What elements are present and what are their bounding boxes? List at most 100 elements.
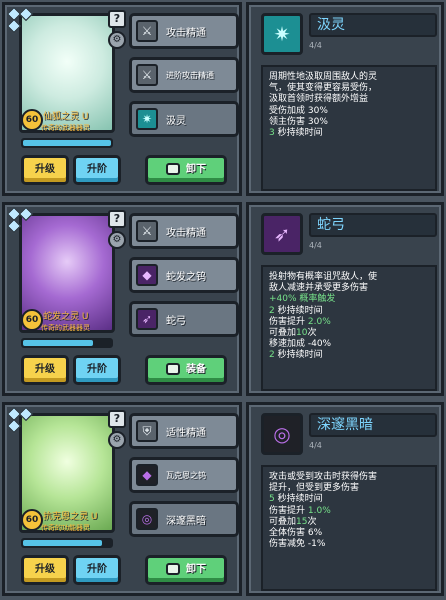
description-line: 伤害提升 1.0%: [269, 506, 429, 517]
description-line: 伤害提升 2.0%: [269, 317, 429, 328]
unequip-button[interactable]: 卸下: [145, 155, 227, 185]
line-text-pre: 移速加成 -40%: [269, 339, 332, 350]
spirit-row: ? ⚙ 60 仙狐之灵 U 传奇的武器器灵 升级 升阶 卸下 ⚔ 攻击精通 ⚔ 进阶攻击精通 ✷ 汲灵 ✷ 汲…: [0, 0, 446, 198]
hand-icon: [166, 363, 180, 375]
line-text-g: 10: [296, 328, 308, 339]
help-icon[interactable]: ?: [108, 210, 126, 228]
advance-button[interactable]: 升阶: [73, 355, 121, 385]
wind-icon: ✷: [136, 108, 158, 130]
description-line: 移速加成 -40%: [269, 339, 429, 350]
wind-icon: ✷: [261, 13, 303, 55]
skill-description: 周期性地汲取周围敌人的灵 气，使其变得更容易受伤， 汲取首领时获得额外增益 受伤加成 …: [261, 65, 437, 191]
unequip-button[interactable]: 卸下: [145, 555, 227, 585]
description-line: 周期性地汲取周围敌人的灵: [269, 72, 429, 83]
skill-slot[interactable]: ➶ 蛇弓: [129, 301, 239, 337]
progress-bar: [21, 538, 113, 548]
line-text-g: 15: [296, 516, 308, 527]
skill-description: 攻击或受到攻击时获得伤害 提升，但受到更多伤害 5 秒持续时间 伤害提升 1.0% 可叠…: [261, 465, 437, 591]
description-line: 气，使其变得更容易受伤，: [269, 83, 429, 94]
description-line: 3 秒持续时间: [269, 128, 429, 139]
description-line: +40% 概率触发: [269, 294, 429, 305]
skill-slot-label: 进阶攻击精通: [166, 71, 214, 80]
line-text-pre: 气，使其变得更容易受伤，: [269, 83, 378, 94]
action-label: 装备: [186, 364, 206, 375]
skill-title: 汲灵: [309, 13, 437, 37]
description-line: 可叠加15次: [269, 517, 429, 528]
line-text-post: 秒持续时间: [274, 494, 323, 505]
skill-slot[interactable]: ◆ 蛇发之钨: [129, 257, 239, 293]
skill-slot[interactable]: ◎ 深邃黑暗: [129, 501, 239, 537]
help-icon[interactable]: ?: [108, 410, 126, 428]
skill-slot-label: 攻击精通: [166, 228, 206, 239]
upgrade-button[interactable]: 升级: [21, 555, 69, 585]
line-text-post: 次: [307, 516, 317, 527]
line-text-post: 秒持续时间: [274, 128, 323, 139]
skill-detail-panel: ✷ 汲灵 4/4 周期性地汲取周围敌人的灵 气，使其变得更容易受伤， 汲取首领时获得额外增…: [246, 2, 444, 196]
vortex-icon: ◎: [136, 508, 158, 530]
spirit-card: ? ⚙ 60 蛇发之灵 U 传奇的武器器灵 升级 升阶 装备 ⚔ 攻击精通 ◆ 蛇发之钨 ➶ 蛇弓: [2, 202, 242, 396]
skill-slot[interactable]: ◆ 瓦克恩之钨: [129, 457, 239, 493]
advance-button[interactable]: 升阶: [73, 155, 121, 185]
skill-count: 4/4: [309, 41, 322, 50]
skill-detail-panel: ◎ 深邃黑暗 4/4 攻击或受到攻击时获得伤害 提升，但受到更多伤害 5 秒持续时间 伤害提…: [246, 402, 444, 596]
upgrade-button[interactable]: 升级: [21, 155, 69, 185]
skill-slot-label: 蛇弓: [166, 316, 186, 327]
description-line: 受伤加成 30%: [269, 106, 429, 117]
line-text-pre: 可叠加: [269, 328, 297, 339]
skill-slot-label: 适性精通: [166, 428, 206, 439]
skill-header: ✷ 汲灵 4/4: [261, 13, 437, 59]
spirit-subtitle: 传奇的功能器灵: [41, 524, 90, 532]
help-icon[interactable]: ?: [108, 10, 126, 28]
skill-slot[interactable]: ⚔ 进阶攻击精通: [129, 57, 239, 93]
level-badge: 60: [21, 509, 43, 531]
description-line: 提升，但受到更多伤害: [269, 483, 429, 494]
line-text-post: 秒持续时间: [274, 305, 323, 316]
progress-bar: [21, 138, 113, 148]
skill-header: ➶ 蛇弓 4/4: [261, 213, 437, 259]
spirit-subtitle: 传奇的武器器灵: [41, 124, 90, 132]
progress-fill: [23, 140, 111, 146]
upgrade-button[interactable]: 升级: [21, 355, 69, 385]
gear-icon[interactable]: ⚙: [108, 31, 126, 49]
line-text-pre: 敌人减速并承受更多伤害: [269, 283, 369, 294]
description-line: 领主伤害 30%: [269, 117, 429, 128]
description-line: 敌人减速并承受更多伤害: [269, 283, 429, 294]
line-text-g: +40% 概率触发: [269, 294, 336, 305]
spirit-name: 抗克恩之灵 U: [43, 512, 98, 522]
skill-slot[interactable]: ✷ 汲灵: [129, 101, 239, 137]
description-line: 伤害减免 -1%: [269, 539, 429, 550]
description-line: 全体伤害 6%: [269, 528, 429, 539]
spirit-name: 蛇发之灵 U: [43, 312, 89, 322]
flame-icon: ◆: [136, 464, 158, 486]
line-text-pre: 周期性地汲取周围敌人的灵: [269, 72, 378, 82]
equip-button[interactable]: 装备: [145, 355, 227, 385]
description-line: 5 秒持续时间: [269, 494, 429, 505]
skill-slot-label: 攻击精通: [166, 28, 206, 39]
action-label: 卸下: [186, 164, 206, 175]
line-text-pre: 可叠加: [269, 516, 297, 527]
description-line: 可叠加10次: [269, 328, 429, 339]
skill-count: 4/4: [309, 241, 322, 250]
skill-slot[interactable]: ⚔ 攻击精通: [129, 213, 239, 249]
description-line: 汲取首领时获得额外增益: [269, 94, 429, 105]
line-text-g: 2.0%: [307, 316, 331, 327]
skill-slot-label: 蛇发之钨: [166, 272, 206, 283]
progress-fill: [23, 340, 94, 346]
hand-icon: [166, 563, 180, 575]
skill-detail-panel: ➶ 蛇弓 4/4 投射物有概率诅咒敌人，使 敌人减速并承受更多伤害 +40% 概率触发 2 …: [246, 202, 444, 396]
line-text-pre: 提升，但受到更多伤害: [269, 483, 360, 494]
gear-icon[interactable]: ⚙: [108, 231, 126, 249]
line-text-pre: 汲取首领时获得额外增益: [269, 94, 369, 105]
skill-slot[interactable]: ⛨ 适性精通: [129, 413, 239, 449]
level-badge: 60: [21, 109, 43, 131]
advance-button[interactable]: 升阶: [73, 555, 121, 585]
line-text-pre: 受伤加成 30%: [269, 105, 328, 116]
spirit-row: ? ⚙ 60 蛇发之灵 U 传奇的武器器灵 升级 升阶 装备 ⚔ 攻击精通 ◆ 蛇发之钨 ➶ 蛇弓 ➶ 蛇弓 4…: [0, 200, 446, 398]
line-text-pre: 领主伤害 30%: [269, 116, 328, 127]
bow-icon: ➶: [261, 213, 303, 255]
progress-bar: [21, 338, 113, 348]
line-text-pre: 投射物有概率诅咒敌人，使: [269, 272, 378, 282]
gear-icon[interactable]: ⚙: [108, 431, 126, 449]
progress-fill: [23, 540, 103, 546]
skill-slot[interactable]: ⚔ 攻击精通: [129, 13, 239, 49]
